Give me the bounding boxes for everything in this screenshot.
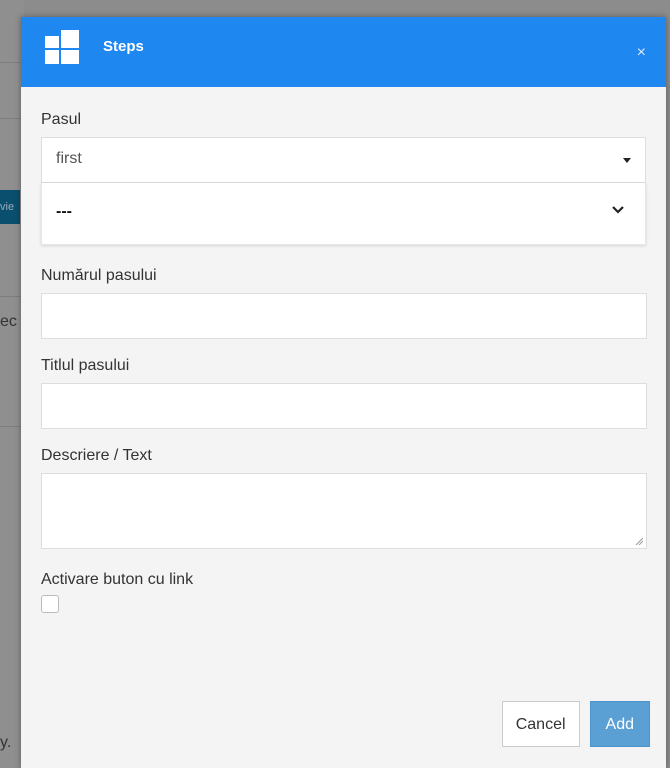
step-number-field: Numărul pasului [41, 267, 647, 339]
step-title-input[interactable] [41, 383, 647, 429]
step-field: Pasul first --- [41, 111, 646, 245]
description-textarea[interactable] [41, 473, 647, 549]
background-fragment: y. [0, 734, 12, 751]
modal-body: Pasul first --- Numărul pasului Titlul p… [21, 87, 666, 613]
step-select-value: first [56, 150, 82, 167]
step-dropdown-value: --- [56, 203, 72, 220]
add-button[interactable]: Add [589, 701, 650, 747]
step-number-label: Numărul pasului [41, 267, 157, 284]
close-icon[interactable]: × [637, 44, 646, 62]
enable-link-button-label: Activare buton cu link [41, 571, 194, 588]
background-fragment: vie [0, 201, 15, 213]
cancel-button[interactable]: Cancel [501, 701, 580, 747]
step-title-field: Titlul pasului [41, 357, 647, 429]
step-title-label: Titlul pasului [41, 357, 130, 374]
description-field: Descriere / Text [41, 447, 647, 549]
step-label: Pasul [41, 111, 82, 128]
background-fragment: ec [0, 313, 17, 330]
step-dropdown[interactable]: --- [41, 183, 646, 245]
grid-logo-icon [45, 30, 79, 64]
modal-title: Steps [103, 38, 144, 55]
step-select[interactable]: first [41, 137, 646, 183]
modal-header: Steps × [21, 17, 666, 87]
step-number-input[interactable] [41, 293, 647, 339]
caret-down-icon [623, 158, 631, 163]
enable-link-button-field: Activare buton cu link [41, 571, 646, 613]
modal-footer: Cancel Add [501, 701, 650, 747]
enable-link-button-checkbox[interactable] [41, 595, 59, 613]
resize-grip-icon[interactable] [635, 537, 643, 545]
chevron-down-icon [612, 206, 624, 214]
steps-modal: Steps × Pasul first --- Numărul pasului … [21, 17, 666, 768]
description-label: Descriere / Text [41, 447, 152, 464]
background-chip: vie [0, 190, 20, 224]
